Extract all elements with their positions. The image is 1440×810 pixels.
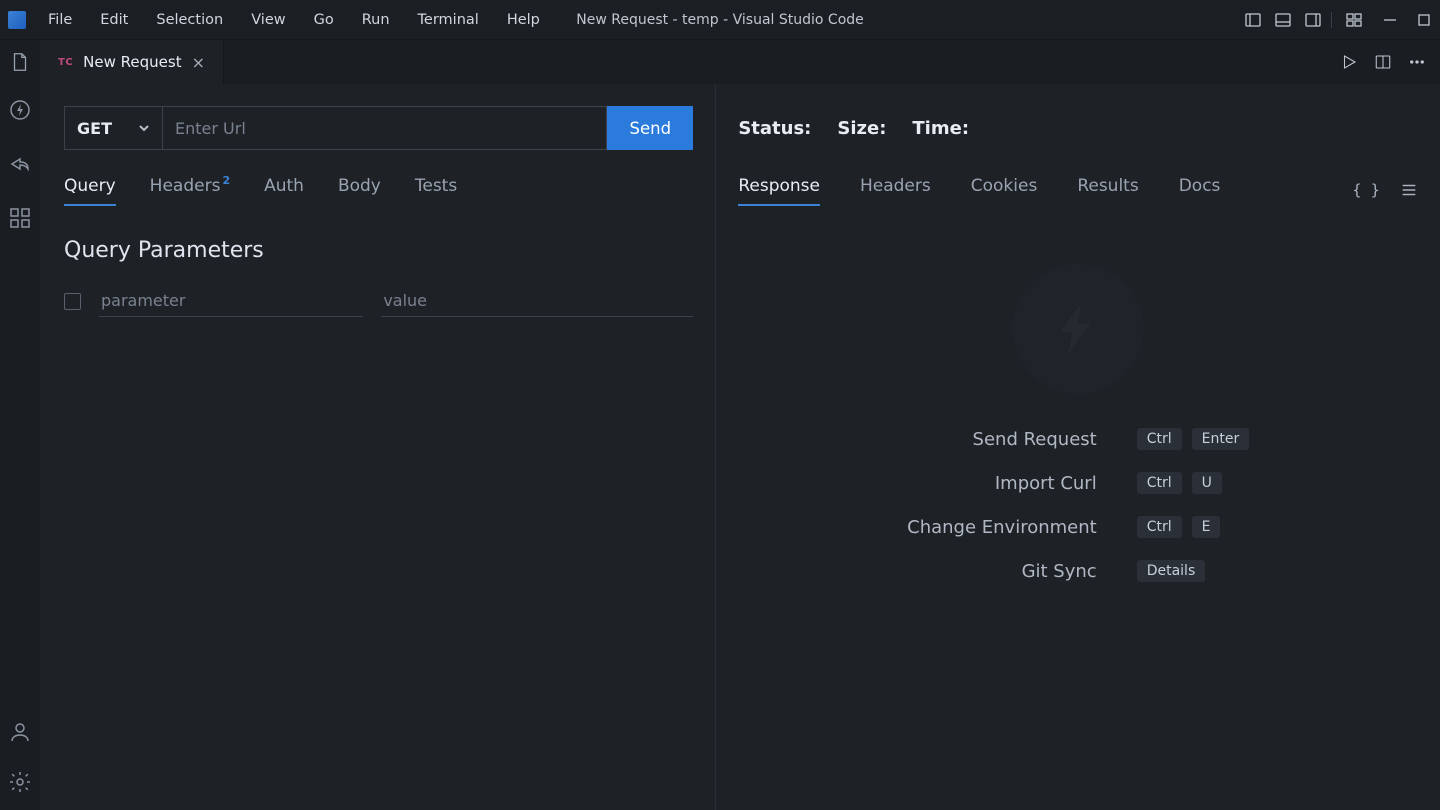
menu-terminal[interactable]: Terminal (406, 8, 491, 32)
run-icon[interactable] (1340, 53, 1358, 71)
tab-body[interactable]: Body (338, 176, 381, 204)
tab-cookies[interactable]: Cookies (971, 176, 1038, 204)
hint-send-request: Send Request (907, 429, 1097, 450)
kbd-enter: Enter (1192, 428, 1250, 450)
activity-explorer-icon[interactable] (0, 40, 40, 84)
tab-results[interactable]: Results (1077, 176, 1138, 204)
http-method-value: GET (77, 119, 112, 138)
param-value-input[interactable] (381, 285, 693, 317)
gear-icon[interactable] (8, 770, 32, 794)
tab-docs[interactable]: Docs (1179, 176, 1221, 204)
thunder-icon[interactable] (8, 98, 32, 122)
menu-help[interactable]: Help (495, 8, 552, 32)
format-json-icon[interactable]: { } (1352, 181, 1382, 199)
response-time-label: Time: (912, 118, 969, 139)
request-pane: GET Send Query Headers2 Auth Body Tests … (40, 84, 716, 810)
query-parameters-title: Query Parameters (64, 238, 693, 263)
hint-git-sync: Git Sync (907, 561, 1097, 582)
response-status-label: Status: (738, 118, 811, 139)
response-size-label: Size: (837, 118, 886, 139)
kbd-u: U (1192, 472, 1222, 494)
layout-sidebar-right-icon[interactable] (1305, 12, 1321, 28)
menu-go[interactable]: Go (302, 8, 346, 32)
hint-import-curl: Import Curl (907, 473, 1097, 494)
response-subtabs: Response Headers Cookies Results Docs { … (738, 176, 1418, 204)
param-checkbox[interactable] (64, 293, 81, 310)
split-editor-icon[interactable] (1374, 53, 1392, 71)
layout-sidebar-left-icon[interactable] (1245, 12, 1261, 28)
response-empty-state: Send Request Ctrl Enter Import Curl Ctrl… (738, 204, 1418, 810)
tab-response[interactable]: Response (738, 176, 820, 204)
kbd-ctrl: Ctrl (1137, 472, 1182, 494)
kbd-ctrl: Ctrl (1137, 516, 1182, 538)
kbd-e: E (1192, 516, 1221, 538)
more-actions-icon[interactable] (1408, 53, 1426, 71)
close-tab-icon[interactable]: × (192, 53, 205, 72)
thunder-client-badge-icon: TC (58, 57, 73, 68)
tab-auth[interactable]: Auth (264, 176, 304, 204)
wrap-lines-icon[interactable] (1400, 181, 1418, 199)
layout-panel-icon[interactable] (1275, 12, 1291, 28)
kbd-ctrl: Ctrl (1137, 428, 1182, 450)
maximize-icon[interactable] (1416, 12, 1432, 28)
share-icon[interactable] (8, 152, 32, 176)
editor-tabbar: TC New Request × (0, 40, 1440, 84)
request-subtabs: Query Headers2 Auth Body Tests (64, 176, 693, 204)
param-row (64, 285, 693, 317)
http-method-select[interactable]: GET (64, 106, 162, 150)
vscode-icon (8, 11, 26, 29)
headers-count-badge: 2 (222, 174, 230, 187)
response-pane: Status: Size: Time: Response Headers Coo… (716, 84, 1440, 810)
account-icon[interactable] (8, 720, 32, 744)
minimize-icon[interactable] (1382, 12, 1398, 28)
menu-run[interactable]: Run (350, 8, 402, 32)
menu-selection[interactable]: Selection (144, 8, 235, 32)
menubar: File Edit Selection View Go Run Terminal… (0, 0, 1440, 40)
editor-tab-title: New Request (83, 53, 181, 71)
menu-file[interactable]: File (36, 8, 84, 32)
customize-layout-icon[interactable] (1346, 12, 1362, 28)
tab-headers[interactable]: Headers2 (150, 176, 230, 204)
chevron-down-icon (138, 122, 150, 134)
send-button[interactable]: Send (607, 106, 693, 150)
git-sync-details-button[interactable]: Details (1137, 560, 1206, 582)
activity-bar (0, 84, 40, 810)
tab-headers-label: Headers (150, 176, 221, 196)
tab-query[interactable]: Query (64, 176, 116, 204)
thunder-logo-icon (1013, 264, 1143, 394)
tab-tests[interactable]: Tests (415, 176, 457, 204)
param-name-input[interactable] (99, 285, 363, 317)
tab-resp-headers[interactable]: Headers (860, 176, 931, 204)
window-title: New Request - temp - Visual Studio Code (576, 12, 864, 28)
editor-tab-new-request[interactable]: TC New Request × (40, 40, 224, 84)
hint-change-env: Change Environment (907, 517, 1097, 538)
menu-view[interactable]: View (239, 8, 297, 32)
menu-edit[interactable]: Edit (88, 8, 140, 32)
extensions-icon[interactable] (8, 206, 32, 230)
url-input[interactable] (162, 106, 607, 150)
